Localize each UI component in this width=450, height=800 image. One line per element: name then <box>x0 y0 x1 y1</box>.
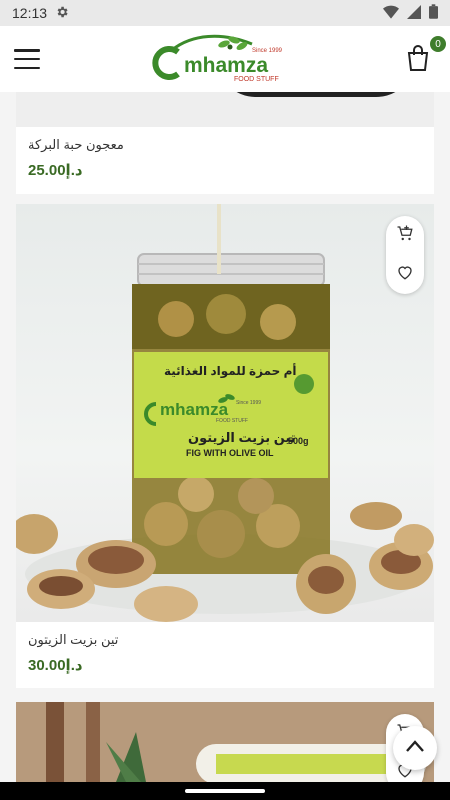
product-image[interactable] <box>16 92 434 127</box>
product-card[interactable]: أم حمزة للمواد الغذائية mhamza Since 199… <box>16 204 434 688</box>
app-header: Since 1999 mhamza FOOD STUFF 0 <box>0 26 450 92</box>
status-time: 12:13 <box>12 5 48 21</box>
label-since: Since 1999 <box>236 400 262 406</box>
product-actions <box>386 216 424 294</box>
label-sub: FOOD STUFF <box>216 418 248 424</box>
system-navigation-bar <box>0 782 450 800</box>
chevron-up-icon <box>405 739 425 758</box>
brand-logo[interactable]: Since 1999 mhamza FOOD STUFF <box>152 34 302 86</box>
cart-count-badge: 0 <box>430 36 446 52</box>
product-card[interactable]: معجون حبة البركة د.إ25.00 <box>16 92 434 194</box>
wifi-icon <box>383 5 399 22</box>
product-image[interactable] <box>16 702 434 782</box>
product-name[interactable]: تين بزيت الزيتون <box>28 632 422 648</box>
product-name[interactable]: معجون حبة البركة <box>28 137 422 153</box>
product-list: معجون حبة البركة د.إ25.00 أم حمزة للمواد… <box>0 92 450 782</box>
product-price: د.إ25.00 <box>28 162 83 179</box>
signal-icon <box>407 4 421 22</box>
shopping-bag-icon <box>406 45 430 76</box>
status-bar: 12:13 <box>0 0 450 26</box>
battery-icon <box>429 4 438 22</box>
home-gesture-handle[interactable] <box>185 789 265 793</box>
label-arabic-name: تين بزيت الزيتون <box>188 430 296 445</box>
label-weight: 500g <box>288 436 309 446</box>
add-to-cart-icon[interactable] <box>396 224 414 247</box>
product-image[interactable]: أم حمزة للمواد الغذائية mhamza Since 199… <box>16 204 434 622</box>
cart-button[interactable]: 0 <box>406 36 446 76</box>
product-card[interactable] <box>16 702 434 782</box>
label-arabic-brand: أم حمزة للمواد الغذائية <box>164 364 297 378</box>
logo-subtitle: FOOD STUFF <box>234 76 279 83</box>
wishlist-heart-icon[interactable] <box>396 263 414 286</box>
product-price: د.إ30.00 <box>28 657 83 674</box>
logo-wordmark: mhamza <box>184 54 269 77</box>
label-english-name: FIG WITH OLIVE OIL <box>186 448 274 458</box>
scroll-to-top-button[interactable] <box>393 726 437 770</box>
settings-icon <box>55 5 69 22</box>
hamburger-menu-icon[interactable] <box>14 49 40 69</box>
label-brand: mhamza <box>160 400 229 419</box>
